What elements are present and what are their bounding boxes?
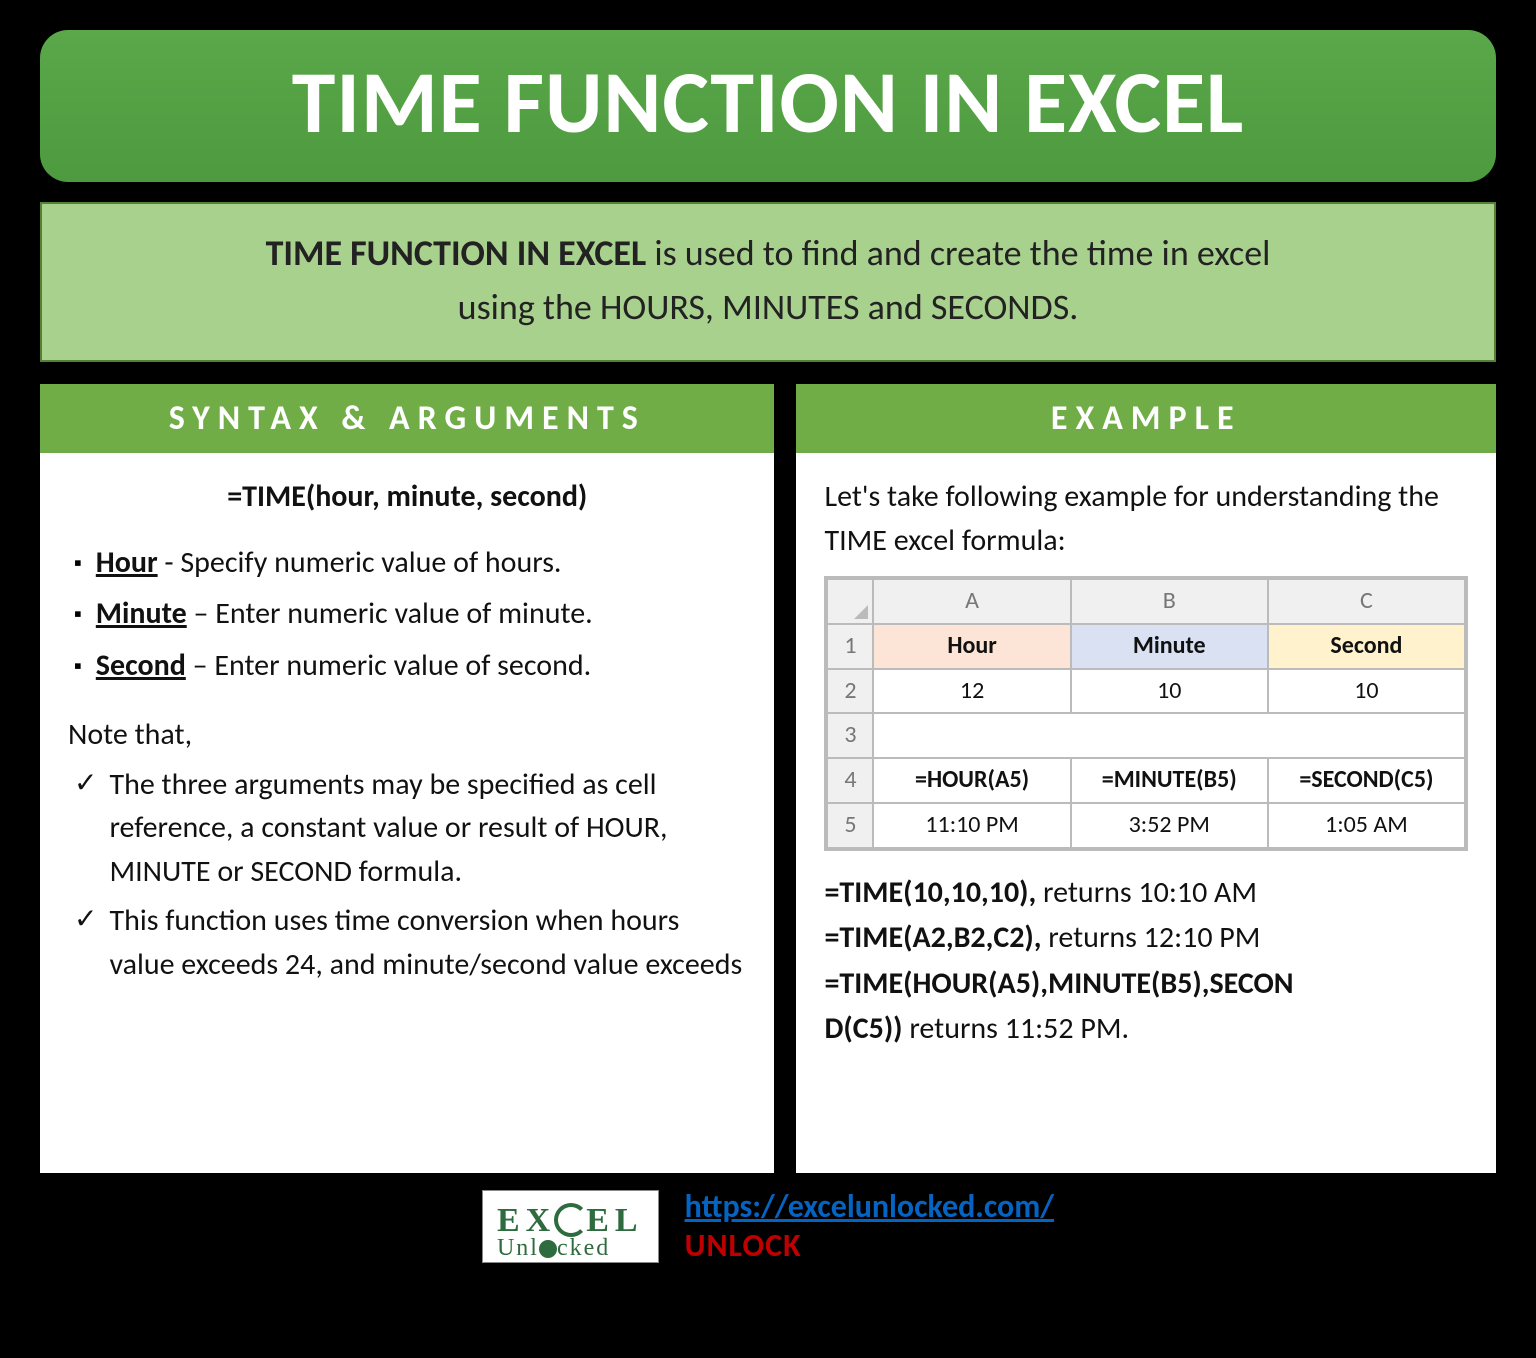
- arg-name: Second: [96, 647, 186, 684]
- arg-name: Hour: [96, 544, 158, 581]
- cell-a1: Hour: [873, 624, 1070, 669]
- col-header-a: A: [873, 579, 1070, 624]
- footer-link[interactable]: https://excelunlocked.com/: [685, 1187, 1054, 1226]
- formula-result: returns 12:10 PM: [1042, 919, 1261, 956]
- argument-list: Hour - Specify numeric value of hours. M…: [68, 541, 746, 688]
- cell-a4: =HOUR(A5): [873, 758, 1070, 803]
- formula-text: =TIME(10,10,10),: [824, 874, 1036, 911]
- formula-example: =TIME(10,10,10), returns 10:10 AM: [824, 871, 1468, 915]
- example-column: EXAMPLE Let's take following example for…: [796, 384, 1496, 1173]
- cell-c2: 10: [1268, 669, 1465, 714]
- description-bold: TIME FUNCTION IN EXCEL: [266, 231, 647, 275]
- note-item: ✓The three arguments may be specified as…: [74, 763, 746, 894]
- check-icon: ✓: [74, 763, 97, 894]
- row-header: 5: [827, 803, 873, 848]
- row-header: 1: [827, 624, 873, 669]
- excel-grid: A B C 1 Hour Minute Second 2 12 10 10 3 …: [824, 576, 1468, 851]
- note-label: Note that,: [68, 713, 746, 757]
- note-text: The three arguments may be specified as …: [109, 763, 746, 894]
- formula-example: D(C5)) returns 11:52 PM.: [824, 1007, 1468, 1051]
- lock-icon: [554, 1203, 588, 1237]
- cell-c5: 1:05 AM: [1268, 803, 1465, 848]
- formula-example: =TIME(HOUR(A5),MINUTE(B5),SECON: [824, 962, 1468, 1006]
- check-icon: ✓: [74, 899, 97, 986]
- syntax-formula: =TIME(hour, minute, second): [68, 475, 746, 519]
- row-header: 2: [827, 669, 873, 714]
- footer: EX EL Unlcked https://excelunlocked.com/ …: [40, 1187, 1496, 1265]
- description-text-1: is used to find and create the time in e…: [646, 231, 1270, 275]
- col-header-c: C: [1268, 579, 1465, 624]
- note-text: This function uses time conversion when …: [109, 899, 746, 986]
- formula-text: =TIME(HOUR(A5),MINUTE(B5),SECON: [824, 965, 1293, 1002]
- logo-text: EL: [586, 1202, 643, 1239]
- arg-text: Specify numeric value of hours.: [180, 544, 561, 581]
- keyhole-icon: [539, 1240, 557, 1258]
- row-header: 3: [827, 713, 873, 758]
- arg-hour: Hour - Specify numeric value of hours.: [74, 541, 746, 585]
- cell-b5: 3:52 PM: [1071, 803, 1268, 848]
- arg-text: Enter numeric value of minute.: [215, 595, 592, 632]
- cell-c4: =SECOND(C5): [1268, 758, 1465, 803]
- logo-text: cked: [557, 1235, 610, 1261]
- cell-c1: Second: [1268, 624, 1465, 669]
- example-intro: Let's take following example for underst…: [824, 475, 1468, 562]
- logo-text: Unl: [497, 1235, 539, 1261]
- arg-second: Second – Enter numeric value of second.: [74, 644, 746, 688]
- logo-row1: EX EL: [497, 1197, 644, 1238]
- two-column-layout: SYNTAX & ARGUMENTS =TIME(hour, minute, s…: [40, 384, 1496, 1173]
- cell-row3-merged: [873, 713, 1465, 758]
- note-list: ✓The three arguments may be specified as…: [68, 763, 746, 987]
- formula-result: returns 11:52 PM.: [903, 1010, 1130, 1047]
- row-header: 4: [827, 758, 873, 803]
- cell-a2: 12: [873, 669, 1070, 714]
- formula-text: D(C5)): [824, 1010, 902, 1047]
- cell-b1: Minute: [1071, 624, 1268, 669]
- syntax-header: SYNTAX & ARGUMENTS: [40, 384, 774, 453]
- arg-sep: –: [187, 595, 216, 632]
- syntax-column: SYNTAX & ARGUMENTS =TIME(hour, minute, s…: [40, 384, 774, 1173]
- logo-row2: Unlcked: [497, 1236, 644, 1260]
- description-text-2: using the HOURS, MINUTES and SECONDS.: [458, 285, 1079, 329]
- syntax-body: =TIME(hour, minute, second) Hour - Speci…: [40, 453, 774, 1173]
- arg-minute: Minute – Enter numeric value of minute.: [74, 592, 746, 636]
- col-header-b: B: [1071, 579, 1268, 624]
- grid-corner-icon: [827, 579, 873, 624]
- arg-name: Minute: [96, 595, 187, 632]
- cell-a5: 11:10 PM: [873, 803, 1070, 848]
- note-item: ✓This function uses time conversion when…: [74, 899, 746, 986]
- logo-text: EX: [497, 1202, 556, 1239]
- example-body: Let's take following example for underst…: [796, 453, 1496, 1173]
- example-header: EXAMPLE: [796, 384, 1496, 453]
- formula-result: returns 10:10 AM: [1036, 874, 1257, 911]
- excel-unlocked-logo: EX EL Unlcked: [482, 1190, 659, 1263]
- arg-sep: -: [158, 544, 181, 581]
- cell-b4: =MINUTE(B5): [1071, 758, 1268, 803]
- footer-text: https://excelunlocked.com/ UNLOCK: [685, 1187, 1054, 1265]
- cell-b2: 10: [1071, 669, 1268, 714]
- footer-unlock: UNLOCK: [685, 1226, 802, 1265]
- formula-text: =TIME(A2,B2,C2),: [824, 919, 1041, 956]
- arg-sep: –: [186, 647, 215, 684]
- arg-text: Enter numeric value of second.: [214, 647, 591, 684]
- formula-example: =TIME(A2,B2,C2), returns 12:10 PM: [824, 916, 1468, 960]
- page-title: TIME FUNCTION IN EXCEL: [40, 30, 1496, 182]
- description-bar: TIME FUNCTION IN EXCEL is used to find a…: [40, 202, 1496, 362]
